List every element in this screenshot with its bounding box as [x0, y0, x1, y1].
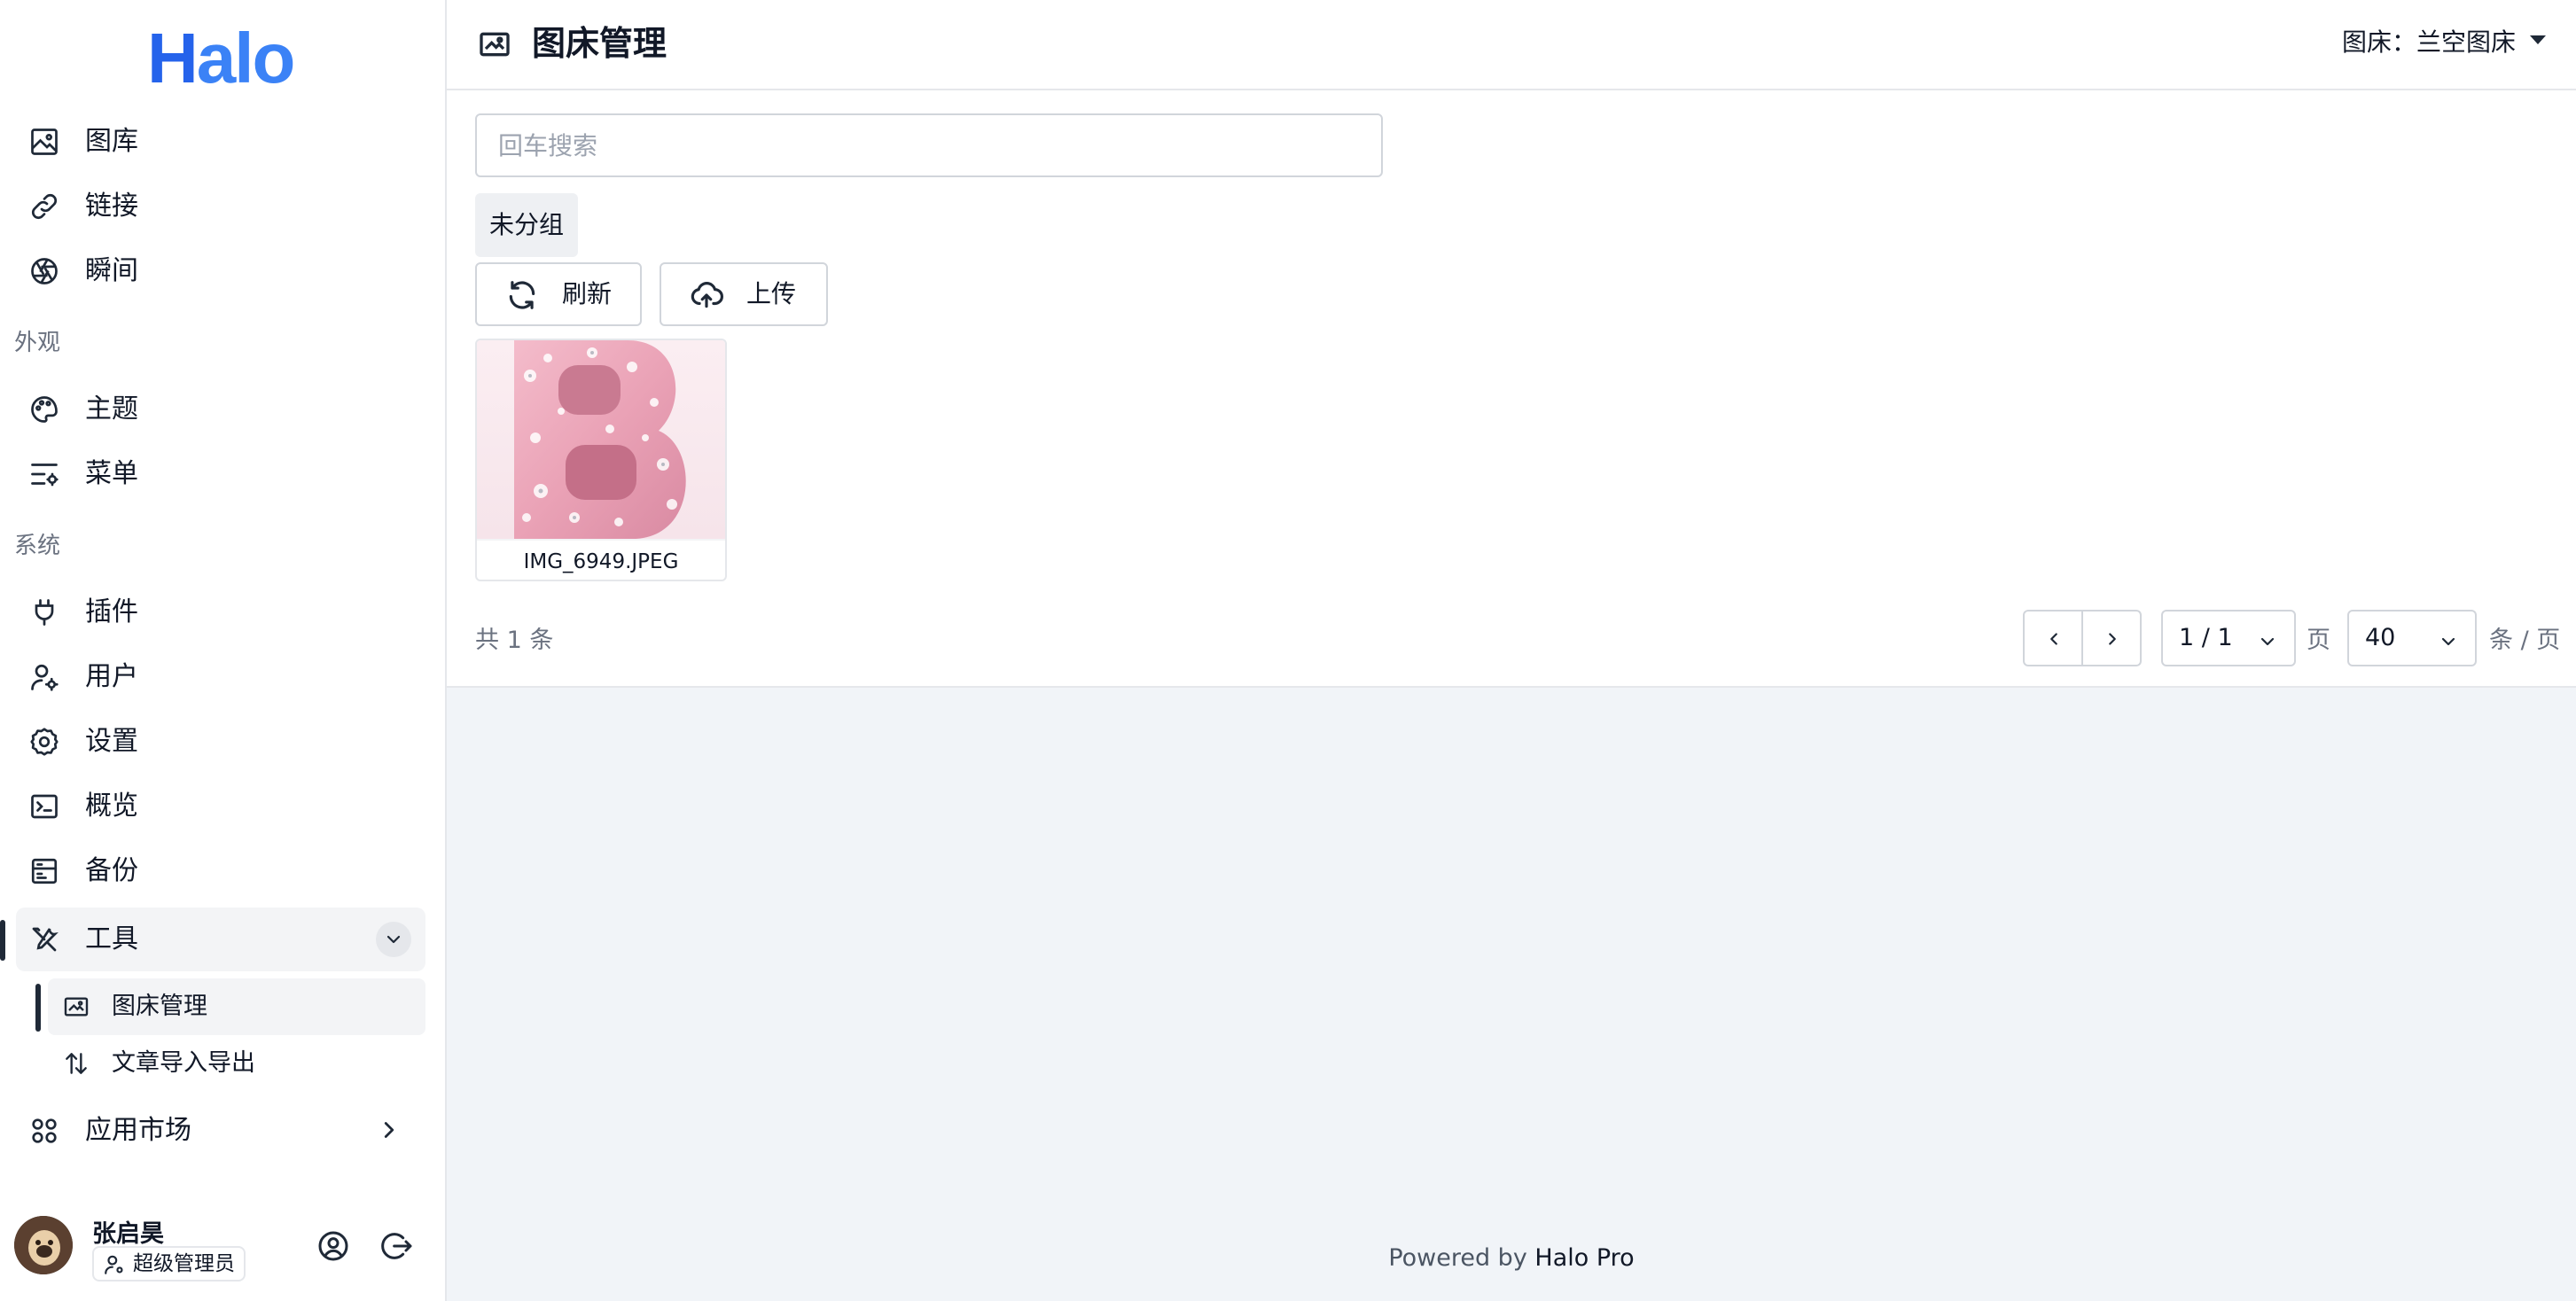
sidebar-item-app-market[interactable]: 应用市场: [16, 1099, 425, 1163]
next-page-button[interactable]: [2081, 610, 2142, 666]
letter-b-thumbnail: [514, 340, 686, 539]
user-settings-icon: [31, 664, 59, 691]
menu-settings-icon: [31, 464, 59, 487]
refresh-icon: [509, 281, 535, 309]
sidebar-item-overview[interactable]: 概览: [16, 775, 425, 838]
sidebar-subitem-image-hosting[interactable]: 图床管理: [48, 978, 425, 1035]
sidebar-item-plugins[interactable]: 插件: [16, 580, 425, 644]
image-hosting-selector[interactable]: 图床：兰空图床: [2342, 0, 2546, 85]
sidebar-item-label: 链接: [85, 191, 138, 222]
image-name: IMG_6949.JPEG: [477, 539, 725, 580]
chevron-down-icon: [2441, 637, 2455, 646]
page-size-value: 40: [2365, 624, 2396, 651]
sidebar-item-label: 文章导入导出: [112, 1049, 255, 1077]
avatar[interactable]: [14, 1216, 73, 1274]
sidebar-item-settings[interactable]: 设置: [16, 710, 425, 774]
collapse-toggle[interactable]: [376, 922, 411, 957]
image-hosting-selector-label: 图床：兰空图床: [2341, 27, 2516, 57]
group-label-appearance: 外观: [14, 330, 61, 356]
image-thumbnail: [477, 340, 725, 539]
sidebar: Halo 图库 链接 瞬间 外观 主题 菜单 系统 插件 用户 设置 概览 备份…: [0, 0, 447, 1301]
upload-button[interactable]: 上传: [660, 262, 828, 326]
avatar-image: [14, 1216, 73, 1274]
sub-active-indicator: [35, 984, 41, 1032]
halo-logo[interactable]: Halo: [147, 23, 295, 94]
total-count: 共 1 条: [475, 627, 554, 654]
aperture-icon: [31, 258, 58, 284]
logout-icon[interactable]: [379, 1228, 415, 1264]
sidebar-item-tools[interactable]: 工具: [16, 908, 425, 971]
upload-label: 上传: [746, 279, 797, 308]
user-profile: 张启昊 超级管理员: [0, 1205, 447, 1294]
chevron-down-icon: [386, 935, 401, 944]
refresh-label: 刷新: [562, 279, 613, 308]
sidebar-item-label: 菜单: [85, 458, 138, 489]
sidebar-item-gallery[interactable]: 图库: [16, 110, 425, 174]
backup-icon: [31, 858, 58, 884]
sidebar-item-label: 图床管理: [112, 993, 207, 1020]
sidebar-subitem-post-import-export[interactable]: 文章导入导出: [48, 1035, 425, 1092]
sidebar-item-backup[interactable]: 备份: [16, 839, 425, 903]
sidebar-item-label: 应用市场: [85, 1115, 191, 1146]
footer-brand-link[interactable]: Halo Pro: [1534, 1244, 1634, 1272]
role-badge: 超级管理员: [92, 1246, 246, 1282]
plug-icon: [35, 599, 54, 626]
sidebar-item-label: 瞬间: [85, 255, 138, 286]
refresh-button[interactable]: 刷新: [475, 262, 642, 326]
sidebar-item-moments[interactable]: 瞬间: [16, 239, 425, 303]
tools-icon: [32, 927, 59, 952]
role-label: 超级管理员: [133, 1252, 235, 1275]
chevron-right-icon: [384, 1122, 394, 1138]
sidebar-item-menus[interactable]: 菜单: [16, 442, 425, 506]
search-input[interactable]: [475, 113, 1383, 177]
terminal-icon: [31, 794, 58, 819]
chevron-down-icon: [2260, 637, 2275, 646]
page-unit: 页: [2307, 627, 2330, 654]
sidebar-item-label: 工具: [85, 923, 138, 954]
user-name: 张启昊: [92, 1220, 164, 1248]
attachments-panel: 未分组 刷新 上传: [447, 90, 2576, 688]
active-indicator: [0, 920, 5, 961]
page-size-unit: 条 / 页: [2489, 627, 2561, 654]
page-select[interactable]: 1 / 1: [2161, 610, 2296, 666]
group-label-system: 系统: [14, 533, 61, 559]
page-size-select[interactable]: 40: [2347, 610, 2477, 666]
footer: Powered by Halo Pro: [447, 1244, 2576, 1272]
image-hosting-icon: [64, 997, 89, 1017]
cloud-upload-icon: [691, 282, 723, 308]
sort-arrows-icon: [66, 1053, 87, 1074]
chevron-left-icon: [2050, 633, 2057, 645]
page-header: 图床管理 图床：兰空图床: [447, 0, 2576, 90]
prev-page-button[interactable]: [2023, 610, 2083, 666]
footer-prefix: Powered by: [1388, 1244, 1535, 1272]
link-icon: [32, 194, 57, 219]
grid-icon: [32, 1118, 57, 1143]
gear-icon: [30, 728, 59, 756]
image-card[interactable]: IMG_6949.JPEG: [475, 339, 727, 581]
sidebar-item-label: 主题: [85, 393, 138, 425]
image-icon: [31, 129, 58, 155]
sidebar-item-label: 概览: [85, 791, 138, 822]
palette-icon: [31, 396, 58, 423]
caret-down-icon: [2530, 35, 2546, 44]
sidebar-item-label: 备份: [85, 855, 138, 886]
sidebar-item-themes[interactable]: 主题: [16, 378, 425, 441]
user-role-icon: [105, 1255, 123, 1274]
profile-icon[interactable]: [316, 1228, 351, 1264]
image-hosting-icon: [480, 32, 510, 57]
sidebar-item-links[interactable]: 链接: [16, 175, 425, 238]
sidebar-item-label: 图库: [85, 126, 138, 157]
page-select-value: 1 / 1: [2179, 624, 2233, 651]
sidebar-item-users[interactable]: 用户: [16, 645, 425, 709]
group-chip-ungrouped[interactable]: 未分组: [475, 193, 579, 257]
sidebar-item-label: 插件: [85, 596, 138, 627]
sidebar-item-label: 设置: [85, 726, 138, 757]
page-title: 图床管理: [532, 24, 667, 63]
chevron-right-icon: [2109, 633, 2116, 645]
sidebar-item-label: 用户: [85, 661, 138, 692]
